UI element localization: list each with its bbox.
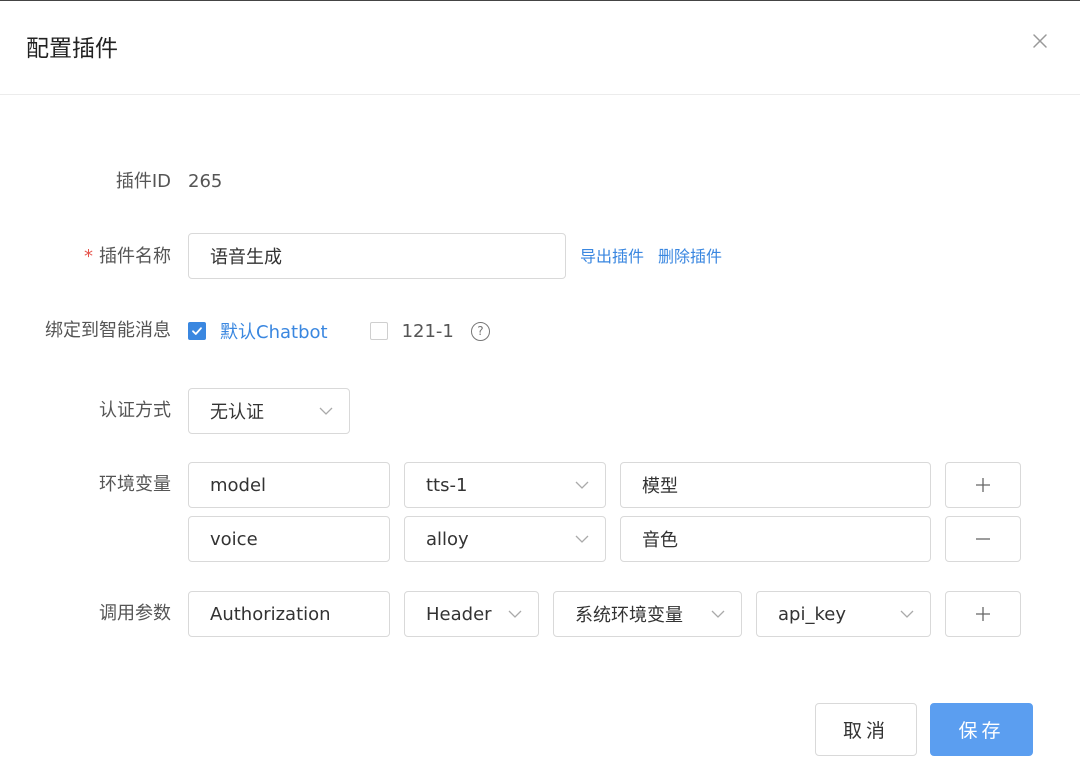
checkbox-121-1-label[interactable]: 121-1 [402,321,454,342]
env-value-value: tts-1 [426,474,468,496]
auth-label: 认证方式 [99,400,171,421]
env-key-input[interactable]: voice [188,516,390,562]
add-env-button[interactable] [945,462,1021,508]
env-value-value: alloy [426,528,469,550]
checkbox-default-chatbot[interactable] [188,322,206,340]
chevron-down-icon [900,610,914,618]
auth-value: 无认证 [210,402,264,423]
param-variable-value: api_key [778,603,846,625]
param-location-select[interactable]: Header [404,591,539,637]
auth-select[interactable]: 无认证 [188,388,350,434]
plugin-name-label-text: 插件名称 [99,246,171,267]
close-icon[interactable] [1030,31,1050,51]
env-label: 环境变量 [99,474,171,495]
bind-label: 绑定到智能消息 [45,320,171,341]
chevron-down-icon [711,610,725,618]
add-param-button[interactable] [945,591,1021,637]
env-desc-input[interactable]: 模型 [620,462,931,508]
env-value-select[interactable]: tts-1 [404,462,606,508]
env-desc-value: 音色 [642,530,678,551]
save-button[interactable]: 保存 [930,703,1033,756]
plugin-id-label: 插件ID [115,171,171,192]
chevron-down-icon [508,610,522,618]
plugin-name-label: * 插件名称 [84,245,171,269]
plugin-name-input[interactable]: 语音生成 [188,233,566,279]
params-label: 调用参数 [99,603,171,624]
param-location-value: Header [426,603,492,625]
param-source-select[interactable]: 系统环境变量 [553,591,742,637]
plus-icon [976,478,990,492]
plus-icon [976,607,990,621]
question-circle-icon[interactable]: ? [470,321,490,341]
env-value-select[interactable]: alloy [404,516,606,562]
param-name-value: Authorization [210,603,331,625]
chevron-down-icon [575,481,589,489]
delete-plugin-link[interactable]: 删除插件 [658,246,722,268]
param-name-input[interactable]: Authorization [188,591,390,637]
env-desc-input[interactable]: 音色 [620,516,931,562]
minus-icon [976,538,990,540]
dialog-header: 配置插件 [0,1,1080,95]
cancel-button[interactable]: 取消 [815,703,917,756]
bind-options: 默认Chatbot 121-1 ? [188,319,490,343]
plugin-id-value: 265 [188,171,223,192]
dialog-title: 配置插件 [26,36,118,62]
chevron-down-icon [319,407,333,415]
env-key-input[interactable]: model [188,462,390,508]
env-key-value: voice [210,528,258,550]
required-mark: * [84,246,93,267]
env-desc-value: 模型 [642,476,678,497]
check-icon [192,327,202,335]
export-plugin-link[interactable]: 导出插件 [580,246,644,268]
param-source-value: 系统环境变量 [575,605,683,626]
remove-env-button[interactable] [945,516,1021,562]
env-key-value: model [210,474,267,496]
checkbox-121-1[interactable] [369,322,388,340]
checkbox-default-chatbot-label[interactable]: 默认Chatbot [220,318,328,344]
param-variable-select[interactable]: api_key [756,591,931,637]
plugin-name-value: 语音生成 [210,247,282,268]
chevron-down-icon [575,535,589,543]
config-plugin-dialog: 配置插件 插件ID 265 * 插件名称 语音生成 导出插件 删除插件 绑定到智能… [0,0,1080,783]
